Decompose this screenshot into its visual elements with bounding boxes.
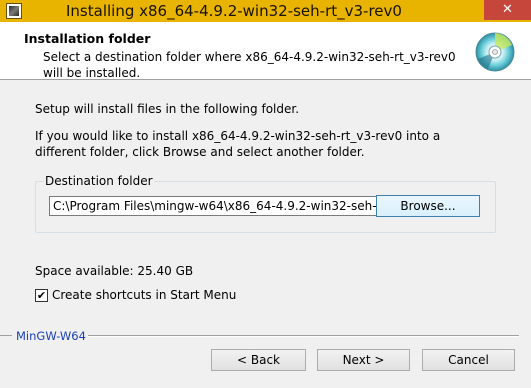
installer-window: Installing x86_64-4.9.2-win32-seh-rt_v3-… bbox=[0, 0, 531, 388]
page-title: Installation folder bbox=[24, 31, 151, 46]
intro-text: Setup will install files in the followin… bbox=[35, 102, 300, 116]
branding-divider-left bbox=[0, 335, 12, 336]
browse-button[interactable]: Browse... bbox=[376, 195, 480, 217]
close-button[interactable]: ✕ bbox=[484, 0, 531, 20]
cd-install-icon bbox=[475, 32, 515, 72]
branding-divider-highlight bbox=[88, 336, 519, 337]
next-button[interactable]: Next > bbox=[317, 349, 410, 371]
back-button[interactable]: < Back bbox=[211, 349, 306, 371]
cancel-button[interactable]: Cancel bbox=[422, 349, 515, 371]
branding-text: MinGW-W64 bbox=[16, 329, 86, 343]
installer-app-icon bbox=[6, 3, 22, 19]
header-panel: Installation folder Select a destination… bbox=[0, 22, 531, 80]
page-subtitle: Select a destination folder where x86_64… bbox=[43, 50, 456, 80]
space-available-text: Space available: 25.40 GB bbox=[35, 264, 194, 278]
title-bar[interactable]: Installing x86_64-4.9.2-win32-seh-rt_v3-… bbox=[0, 0, 531, 22]
destination-group-label: Destination folder bbox=[44, 174, 154, 188]
instructions-text: If you would like to install x86_64-4.9.… bbox=[35, 129, 441, 159]
shortcut-checkbox[interactable]: ✔ bbox=[35, 289, 48, 302]
shortcut-checkbox-label[interactable]: Create shortcuts in Start Menu bbox=[52, 288, 236, 302]
window-title: Installing x86_64-4.9.2-win32-seh-rt_v3-… bbox=[66, 2, 402, 20]
destination-folder-input[interactable]: C:\Program Files\mingw-w64\x86_64-4.9.2-… bbox=[49, 196, 377, 216]
